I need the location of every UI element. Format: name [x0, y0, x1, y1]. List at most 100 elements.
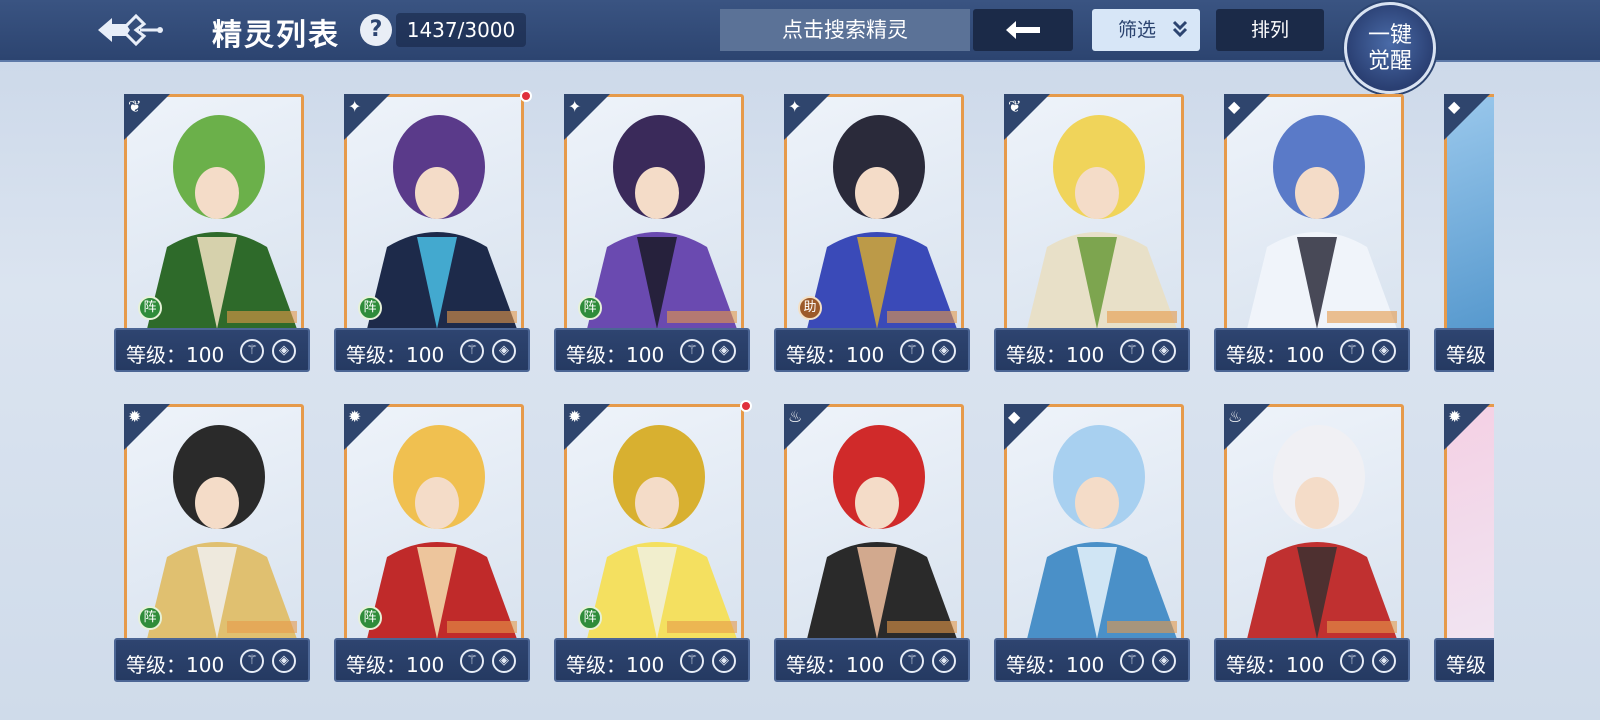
spirit-card[interactable]: ✦ 阵等级：100 ⚚ ◈	[554, 94, 750, 372]
level-label: 等级：100	[566, 653, 665, 677]
element-glyph: ♨	[788, 407, 803, 426]
trait-icon: ⚚	[1120, 649, 1144, 673]
spirit-card[interactable]: ✹ 阵等级：100 ⚚ ◈	[554, 400, 752, 682]
card-footer: 等级：100 ⚚ ◈	[994, 638, 1190, 682]
element-glyph: ◆	[1008, 407, 1021, 426]
trait-icon: ◈	[1372, 339, 1396, 363]
one-click-awaken-button[interactable]: 一键 觉醒	[1344, 2, 1436, 94]
card-footer: 等级：100 ⚚ ◈	[334, 638, 530, 682]
card-portrait-frame	[1004, 94, 1184, 332]
element-glyph: ✹	[568, 407, 582, 426]
trait-icon: ⚚	[1340, 339, 1364, 363]
spirit-portrait-art	[367, 115, 517, 329]
element-glyph: ✹	[348, 407, 362, 426]
element-glyph: ✦	[568, 97, 582, 116]
spirit-card[interactable]: ◆ 等级：100 ⚚ ◈	[994, 404, 1190, 682]
spirit-card[interactable]: ✦ 阵等级：100 ⚚ ◈	[334, 90, 532, 372]
element-glyph: ✦	[788, 97, 802, 116]
level-label: 等级：100	[1006, 343, 1105, 367]
spirit-card[interactable]: ♨ 等级：100 ⚚ ◈	[1214, 404, 1410, 682]
card-footer: 等级	[1434, 328, 1494, 372]
notification-dot	[520, 90, 532, 102]
element-glyph: ♨	[1228, 407, 1243, 426]
spirit-portrait-art	[1027, 425, 1177, 639]
help-button[interactable]: ?	[360, 14, 392, 46]
notification-dot	[740, 400, 752, 412]
spirit-card[interactable]: ❦ 阵等级：100 ⚚ ◈	[114, 94, 310, 372]
level-label: 等级：100	[1226, 653, 1325, 677]
card-portrait-frame	[1224, 404, 1404, 642]
trait-icon: ◈	[272, 339, 296, 363]
element-glyph: ❦	[1008, 97, 1022, 116]
spirit-card[interactable]: ✹ 阵等级：100 ⚚ ◈	[334, 404, 530, 682]
trait-icon: ⚚	[680, 339, 704, 363]
card-footer: 等级：100 ⚚ ◈	[554, 638, 750, 682]
spirit-portrait-art	[1027, 115, 1177, 329]
awaken-label-line1: 一键	[1367, 23, 1412, 48]
trait-icon: ◈	[492, 649, 516, 673]
sort-button[interactable]: 排列	[1216, 9, 1324, 51]
spirit-portrait-art	[587, 115, 737, 329]
chevron-down-icon	[1172, 20, 1188, 38]
trait-icon: ⚚	[900, 649, 924, 673]
element-glyph: ✹	[128, 407, 142, 426]
card-footer: 等级：100 ⚚ ◈	[554, 328, 750, 372]
level-label: 等级：100	[786, 343, 885, 367]
spirit-card[interactable]: ❦ 等级：100 ⚚ ◈	[994, 94, 1190, 372]
spirit-card-partial[interactable]: ✹ 等级	[1434, 404, 1494, 682]
spirit-card[interactable]: ✹ 阵等级：100 ⚚ ◈	[114, 404, 310, 682]
trait-icon: ⚚	[240, 649, 264, 673]
role-badge: 阵	[578, 606, 602, 630]
trait-icon: ◈	[1372, 649, 1396, 673]
card-portrait-frame	[784, 404, 964, 642]
level-label: 等级：100	[126, 653, 225, 677]
role-badge: 阵	[138, 296, 162, 320]
left-arrow-icon	[1006, 21, 1040, 39]
trait-icon: ◈	[272, 649, 296, 673]
spirit-portrait-art	[147, 425, 297, 639]
element-glyph: ◆	[1448, 97, 1461, 116]
trait-icon: ◈	[712, 339, 736, 363]
back-button[interactable]	[92, 8, 166, 52]
spirit-card[interactable]: ✦ 助等级：100 ⚚ ◈	[774, 94, 970, 372]
card-footer: 等级：100 ⚚ ◈	[994, 328, 1190, 372]
page-title: 精灵列表	[212, 18, 340, 53]
trait-icon: ⚚	[1120, 339, 1144, 363]
spirit-portrait-art	[147, 115, 297, 329]
element-glyph: ✦	[348, 97, 362, 116]
spirit-card[interactable]: ◆ 等级：100 ⚚ ◈	[1214, 94, 1410, 372]
card-footer: 等级：100 ⚚ ◈	[114, 328, 310, 372]
filter-button[interactable]: 筛选	[1092, 9, 1200, 51]
card-footer: 等级：100 ⚚ ◈	[1214, 638, 1410, 682]
trait-icon: ◈	[492, 339, 516, 363]
trait-icon: ◈	[932, 649, 956, 673]
trait-icon: ◈	[1152, 649, 1176, 673]
back-arrow-button[interactable]	[973, 9, 1073, 51]
trait-icon: ⚚	[900, 339, 924, 363]
level-label: 等级：100	[566, 343, 665, 367]
role-badge: 阵	[578, 296, 602, 320]
card-portrait-frame	[1224, 94, 1404, 332]
spirit-portrait-art	[367, 425, 517, 639]
spirit-portrait-art	[1247, 425, 1397, 639]
trait-icon: ⚚	[460, 339, 484, 363]
spirit-portrait-art	[1247, 115, 1397, 329]
card-footer: 等级：100 ⚚ ◈	[334, 328, 530, 372]
element-glyph: ◆	[1228, 97, 1241, 116]
card-footer: 等级：100 ⚚ ◈	[1214, 328, 1410, 372]
back-logo-icon	[98, 13, 163, 47]
card-footer: 等级：100 ⚚ ◈	[114, 638, 310, 682]
awaken-label-line2: 觉醒	[1367, 49, 1412, 74]
role-badge: 助	[798, 296, 822, 320]
search-input[interactable]: 点击搜索精灵	[720, 9, 970, 51]
trait-icon: ⚚	[1340, 649, 1364, 673]
trait-icon: ⚚	[240, 339, 264, 363]
element-glyph: ✹	[1448, 407, 1462, 426]
spirit-card[interactable]: ♨ 等级：100 ⚚ ◈	[774, 404, 970, 682]
level-label: 等级：100	[126, 343, 225, 367]
level-label: 等级：100	[1226, 343, 1325, 367]
role-badge: 阵	[138, 606, 162, 630]
card-portrait-frame	[1004, 404, 1184, 642]
spirit-card-partial[interactable]: ◆ 等级	[1434, 94, 1494, 372]
trait-icon: ◈	[1152, 339, 1176, 363]
